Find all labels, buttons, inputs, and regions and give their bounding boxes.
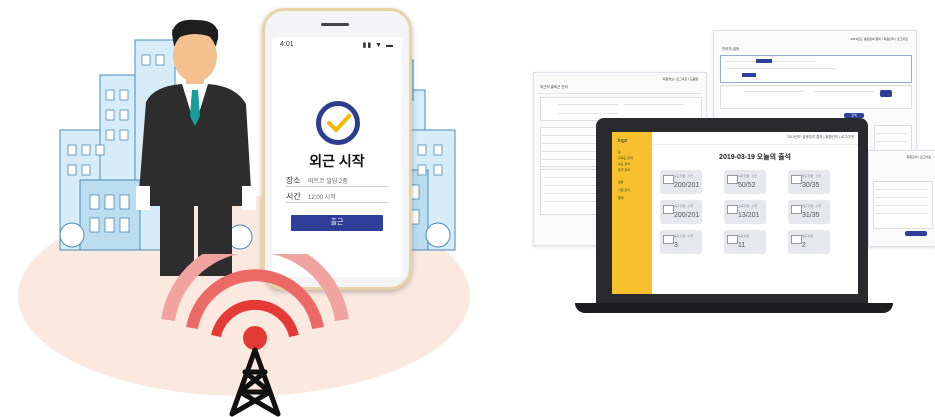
document-icon xyxy=(663,175,674,184)
stat-value: 200/201 xyxy=(674,212,700,219)
stat-value: 13/201 xyxy=(738,212,760,219)
smartphone: 4:01 ▮▮ ▼ ▬ 외근 시작 장소 비트코 빌딩 2층 시간 12:00 … xyxy=(262,8,412,290)
doc-top-nav: 2019년도 설문참여 결과 | 회원관리 | 로그아웃 xyxy=(850,37,908,41)
sidebar-item[interactable]: 통계 xyxy=(618,196,624,200)
stat-title: 퇴근 현황 · 수업 xyxy=(674,204,693,208)
dashboard-sidebar: logo 홈 출퇴근 관리 외근 관리 휴가 관리 설정 사원 관리 통계 xyxy=(612,132,652,294)
stat-title: 지각 현황 · 수업 xyxy=(738,174,757,178)
stat-card[interactable]: 외근 현황 · 수업 31/35 xyxy=(788,200,830,224)
document-icon xyxy=(791,205,802,214)
time-value: 12:00 시작 xyxy=(308,195,336,201)
stat-title: 출근 현황 · 수업 xyxy=(674,174,693,178)
phone-status-icons: ▮▮ ▼ ▬ xyxy=(362,42,394,49)
sidebar-item[interactable]: 사원 관리 xyxy=(618,188,630,192)
sidebar-item[interactable]: 외근 관리 xyxy=(618,162,630,166)
phone-speaker xyxy=(321,23,349,26)
document-icon xyxy=(663,205,674,214)
phone-status-bar: 4:01 ▮▮ ▼ ▬ xyxy=(280,41,394,51)
stat-title: 휴가 신청 · 수업 xyxy=(674,234,693,238)
start-work-button[interactable]: 출근 xyxy=(291,215,383,231)
stat-title: 야근 현황 xyxy=(802,234,814,238)
document-icon xyxy=(791,175,802,184)
stat-card[interactable]: 결근 현황 · 수업 30/35 xyxy=(788,170,830,194)
phone-screen: 4:01 ▮▮ ▼ ▬ 외근 시작 장소 비트코 빌딩 2층 시간 12:00 … xyxy=(272,37,402,277)
stat-card[interactable]: 휴가 신청 · 수업 3 xyxy=(660,230,702,254)
stat-card[interactable]: 조퇴 현황 · 수업 13/201 xyxy=(724,200,766,224)
doc-left-title: 외근자 출퇴근 관리 xyxy=(540,85,568,89)
dashboard-topbar: 2019년도 설문참여 결과 | 회원관리 | 로그아웃 xyxy=(652,132,858,145)
stat-title: 조퇴 현황 · 수업 xyxy=(738,204,757,208)
time-label: 시간 xyxy=(286,192,301,201)
phone-title: 외근 시작 xyxy=(309,153,365,169)
signal-tower-illustration xyxy=(161,254,349,417)
doc-right-nav: 회원관리 | 로그아웃 xyxy=(906,155,931,159)
document-icon xyxy=(727,175,738,184)
database-icon xyxy=(727,235,738,244)
stat-card[interactable]: 출근 현황 · 수업 200/201 xyxy=(660,170,702,194)
sidebar-item[interactable]: 홈 xyxy=(618,150,621,154)
stat-title: 출장 현황 xyxy=(738,234,750,238)
stat-card[interactable]: 지각 현황 · 수업 50/52 xyxy=(724,170,766,194)
doc-left-nav: 회원정보 | 로그아웃 | 도움말 xyxy=(662,77,698,81)
time-field[interactable]: 시간 12:00 시작 xyxy=(286,191,388,203)
doc-top-title: 관리자 설정 xyxy=(722,47,740,51)
stat-value: 11 xyxy=(738,242,746,249)
place-field[interactable]: 장소 비트코 빌딩 2층 xyxy=(286,175,388,187)
sidebar-item[interactable]: 휴가 관리 xyxy=(618,168,630,172)
stat-value: 30/35 xyxy=(802,182,820,189)
sidebar-item[interactable]: 출퇴근 관리 xyxy=(618,156,633,160)
dashboard-date-title: 2019-03-19 오늘의 출석 xyxy=(719,154,791,161)
stat-value: 31/35 xyxy=(802,212,820,219)
laptop-screen: logo 홈 출퇴근 관리 외근 관리 휴가 관리 설정 사원 관리 통계 20… xyxy=(612,132,858,294)
document-icon xyxy=(663,235,674,244)
businessman-illustration xyxy=(136,19,256,276)
laptop-base xyxy=(575,303,893,313)
stat-value: 2 xyxy=(802,242,806,249)
place-label: 장소 xyxy=(286,176,301,185)
stat-title: 결근 현황 · 수업 xyxy=(802,174,821,178)
document-icon xyxy=(727,205,738,214)
topbar-nav[interactable]: 2019년도 설문참여 결과 | 회원관리 | 로그아웃 xyxy=(787,135,854,140)
chart-icon xyxy=(791,235,802,244)
sidebar-item[interactable]: 설정 xyxy=(618,180,624,184)
place-value: 비트코 빌딩 2층 xyxy=(308,179,348,185)
stat-value: 50/52 xyxy=(738,182,756,189)
stat-card[interactable]: 출장 현황 11 xyxy=(724,230,766,254)
stat-card[interactable]: 야근 현황 2 xyxy=(788,230,830,254)
check-badge-icon xyxy=(316,101,360,145)
stat-card[interactable]: 퇴근 현황 · 수업 200/201 xyxy=(660,200,702,224)
stat-title: 외근 현황 · 수업 xyxy=(802,204,821,208)
stat-value: 3 xyxy=(674,242,678,249)
dashboard-logo: logo xyxy=(618,138,628,144)
phone-clock: 4:01 xyxy=(280,41,294,48)
doc-screen-right: 회원관리 | 로그아웃 xyxy=(868,150,935,247)
stat-value: 200/201 xyxy=(674,182,700,189)
